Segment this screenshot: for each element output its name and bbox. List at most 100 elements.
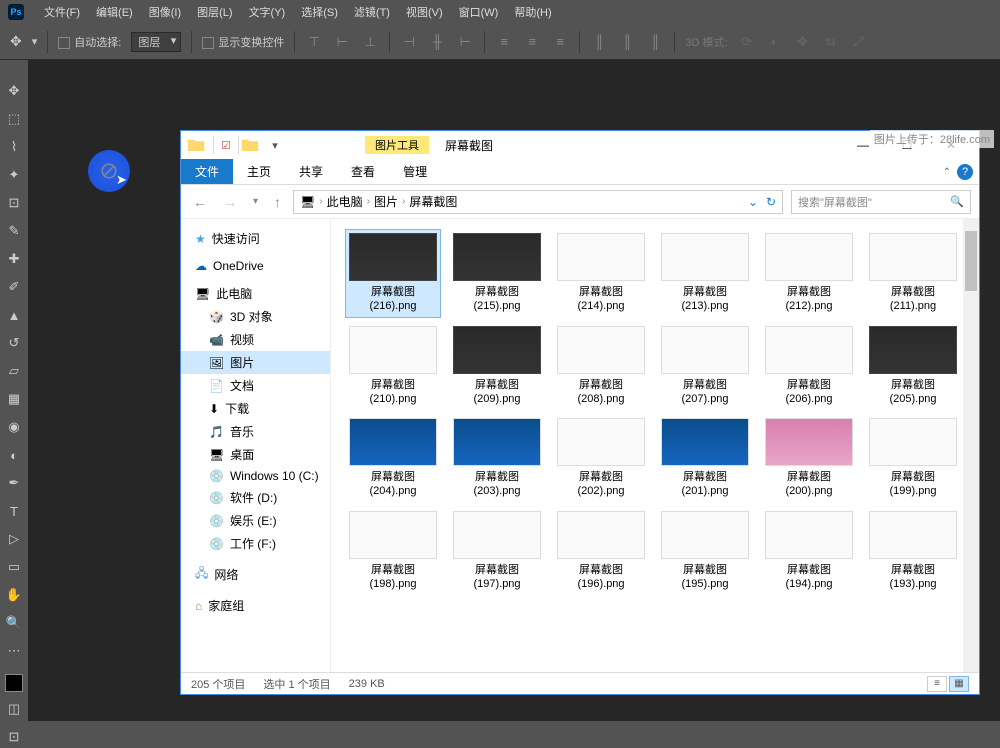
type-tool[interactable]: T bbox=[3, 500, 25, 522]
file-item[interactable]: 屏幕截图 (199).png bbox=[865, 414, 961, 503]
nav-back-button[interactable]: ← bbox=[189, 194, 211, 210]
sidebar-this-pc[interactable]: 🖥此电脑 bbox=[181, 282, 330, 305]
lasso-tool[interactable]: ⌇ bbox=[3, 136, 25, 158]
breadcrumb-screenshots[interactable]: 屏幕截图 bbox=[409, 193, 457, 210]
sidebar-item[interactable]: 💿娱乐 (E:) bbox=[181, 509, 330, 532]
file-item[interactable]: 屏幕截图 (210).png bbox=[345, 322, 441, 411]
sidebar-onedrive[interactable]: ☁OneDrive bbox=[181, 256, 330, 276]
ribbon-tab[interactable]: 文件 bbox=[181, 159, 233, 184]
file-item[interactable]: 屏幕截图 (202).png bbox=[553, 414, 649, 503]
sidebar-item[interactable]: 🎵音乐 bbox=[181, 420, 330, 443]
hand-tool[interactable]: ✋ bbox=[3, 584, 25, 606]
distribute-right-icon[interactable]: ║ bbox=[646, 33, 664, 51]
nav-up-button[interactable]: ↑ bbox=[270, 194, 285, 210]
file-item[interactable]: 屏幕截图 (203).png bbox=[449, 414, 545, 503]
file-item[interactable]: 屏幕截图 (211).png bbox=[865, 229, 961, 318]
ribbon-expand-icon[interactable]: ⌃ bbox=[943, 167, 951, 178]
file-item[interactable]: 屏幕截图 (214).png bbox=[553, 229, 649, 318]
3d-orbit-icon[interactable]: ⟳ bbox=[738, 33, 756, 51]
3d-roll-icon[interactable]: ◐ bbox=[766, 33, 784, 51]
ps-menu-item[interactable]: 窗口(W) bbox=[451, 4, 507, 20]
file-item[interactable]: 屏幕截图 (201).png bbox=[657, 414, 753, 503]
sidebar-item[interactable]: 💿工作 (F:) bbox=[181, 532, 330, 555]
sidebar-item[interactable]: 💿软件 (D:) bbox=[181, 486, 330, 509]
file-item[interactable]: 屏幕截图 (196).png bbox=[553, 507, 649, 596]
view-icons-button[interactable]: ▦ bbox=[949, 676, 969, 692]
move-tool[interactable]: ✥ bbox=[3, 80, 25, 102]
brush-tool[interactable]: ✐ bbox=[3, 276, 25, 298]
ps-menu-item[interactable]: 视图(V) bbox=[398, 4, 451, 20]
sidebar-item[interactable]: 🎲3D 对象 bbox=[181, 305, 330, 328]
tool-preset-dropdown[interactable]: ▾ bbox=[32, 35, 38, 48]
help-icon[interactable]: ? bbox=[957, 164, 973, 180]
refresh-icon[interactable]: ↻ bbox=[766, 195, 776, 209]
file-item[interactable]: 屏幕截图 (215).png bbox=[449, 229, 545, 318]
file-item[interactable]: 屏幕截图 (193).png bbox=[865, 507, 961, 596]
file-item[interactable]: 屏幕截图 (207).png bbox=[657, 322, 753, 411]
scrollbar[interactable] bbox=[963, 219, 979, 672]
sidebar-item[interactable]: 💿Windows 10 (C:) bbox=[181, 466, 330, 486]
align-hcenter-icon[interactable]: ╫ bbox=[428, 33, 446, 51]
file-item[interactable]: 屏幕截图 (212).png bbox=[761, 229, 857, 318]
history-brush-tool[interactable]: ↺ bbox=[3, 332, 25, 354]
ribbon-tab[interactable]: 查看 bbox=[337, 159, 389, 184]
file-item[interactable]: 屏幕截图 (206).png bbox=[761, 322, 857, 411]
align-top-icon[interactable]: ⊤ bbox=[305, 33, 323, 51]
sidebar-homegroup[interactable]: ⌂家庭组 bbox=[181, 594, 330, 617]
sidebar-item[interactable]: 📹视频 bbox=[181, 328, 330, 351]
distribute-top-icon[interactable]: ≡ bbox=[495, 33, 513, 51]
3d-slide-icon[interactable]: ⇆ bbox=[822, 33, 840, 51]
scrollbar-thumb[interactable] bbox=[965, 231, 977, 291]
file-item[interactable]: 屏幕截图 (197).png bbox=[449, 507, 545, 596]
file-item[interactable]: 屏幕截图 (200).png bbox=[761, 414, 857, 503]
ps-menu-item[interactable]: 编辑(E) bbox=[88, 4, 141, 20]
sidebar-item[interactable]: 📄文档 bbox=[181, 374, 330, 397]
distribute-left-icon[interactable]: ║ bbox=[590, 33, 608, 51]
ps-menu-item[interactable]: 帮助(H) bbox=[506, 4, 559, 20]
file-grid[interactable]: 屏幕截图 (216).png屏幕截图 (215).png屏幕截图 (214).p… bbox=[331, 219, 963, 672]
dodge-tool[interactable]: ◐ bbox=[3, 444, 25, 466]
nav-forward-button[interactable]: → bbox=[219, 194, 241, 210]
file-item[interactable]: 屏幕截图 (208).png bbox=[553, 322, 649, 411]
qat-properties-icon[interactable]: ☑ bbox=[217, 136, 235, 154]
ps-menu-item[interactable]: 滤镜(T) bbox=[346, 4, 398, 20]
file-item[interactable]: 屏幕截图 (205).png bbox=[865, 322, 961, 411]
path-select-tool[interactable]: ▷ bbox=[3, 528, 25, 550]
file-item[interactable]: 屏幕截图 (194).png bbox=[761, 507, 857, 596]
qat-folder-icon[interactable] bbox=[241, 137, 259, 153]
pen-tool[interactable]: ✒ bbox=[3, 472, 25, 494]
ps-menu-item[interactable]: 文件(F) bbox=[36, 4, 88, 20]
file-item[interactable]: 屏幕截图 (204).png bbox=[345, 414, 441, 503]
distribute-bottom-icon[interactable]: ≡ bbox=[551, 33, 569, 51]
eyedropper-tool[interactable]: ✎ bbox=[3, 220, 25, 242]
sidebar-item[interactable]: 🖼图片 bbox=[181, 351, 330, 374]
3d-pan-icon[interactable]: ✥ bbox=[794, 33, 812, 51]
shape-tool[interactable]: ▭ bbox=[3, 556, 25, 578]
file-item[interactable]: 屏幕截图 (209).png bbox=[449, 322, 545, 411]
ribbon-tab[interactable]: 管理 bbox=[389, 159, 441, 184]
marquee-tool[interactable]: ⬚ bbox=[3, 108, 25, 130]
explorer-titlebar[interactable]: ☑ ▾ 图片工具 屏幕截图 ― ☐ ✕ bbox=[181, 131, 979, 159]
sidebar-quick-access[interactable]: ★快速访问 bbox=[181, 227, 330, 250]
auto-select-target[interactable]: 图层 bbox=[131, 32, 181, 52]
breadcrumb-pictures[interactable]: 图片 bbox=[374, 193, 398, 210]
ps-menu-item[interactable]: 文字(Y) bbox=[241, 4, 294, 20]
file-item[interactable]: 屏幕截图 (216).png bbox=[345, 229, 441, 318]
show-transform-checkbox[interactable]: 显示变换控件 bbox=[202, 34, 284, 50]
search-input[interactable]: 搜索"屏幕截图" 🔍 bbox=[791, 190, 971, 214]
clone-stamp-tool[interactable]: ▲ bbox=[3, 304, 25, 326]
edit-toolbar[interactable]: ⋯ bbox=[3, 640, 25, 662]
foreground-color[interactable] bbox=[5, 674, 23, 692]
healing-tool[interactable]: ✚ bbox=[3, 248, 25, 270]
eraser-tool[interactable]: ▱ bbox=[3, 360, 25, 382]
view-details-button[interactable]: ≡ bbox=[927, 676, 947, 692]
qat-dropdown-icon[interactable]: ▾ bbox=[266, 136, 284, 154]
file-item[interactable]: 屏幕截图 (195).png bbox=[657, 507, 753, 596]
magic-wand-tool[interactable]: ✦ bbox=[3, 164, 25, 186]
zoom-tool[interactable]: 🔍 bbox=[3, 612, 25, 634]
breadcrumb-dropdown-icon[interactable]: ⌄ bbox=[748, 195, 758, 209]
distribute-hcenter-icon[interactable]: ║ bbox=[618, 33, 636, 51]
crop-tool[interactable]: ⊡ bbox=[3, 192, 25, 214]
distribute-vcenter-icon[interactable]: ≡ bbox=[523, 33, 541, 51]
align-bottom-icon[interactable]: ⊥ bbox=[361, 33, 379, 51]
